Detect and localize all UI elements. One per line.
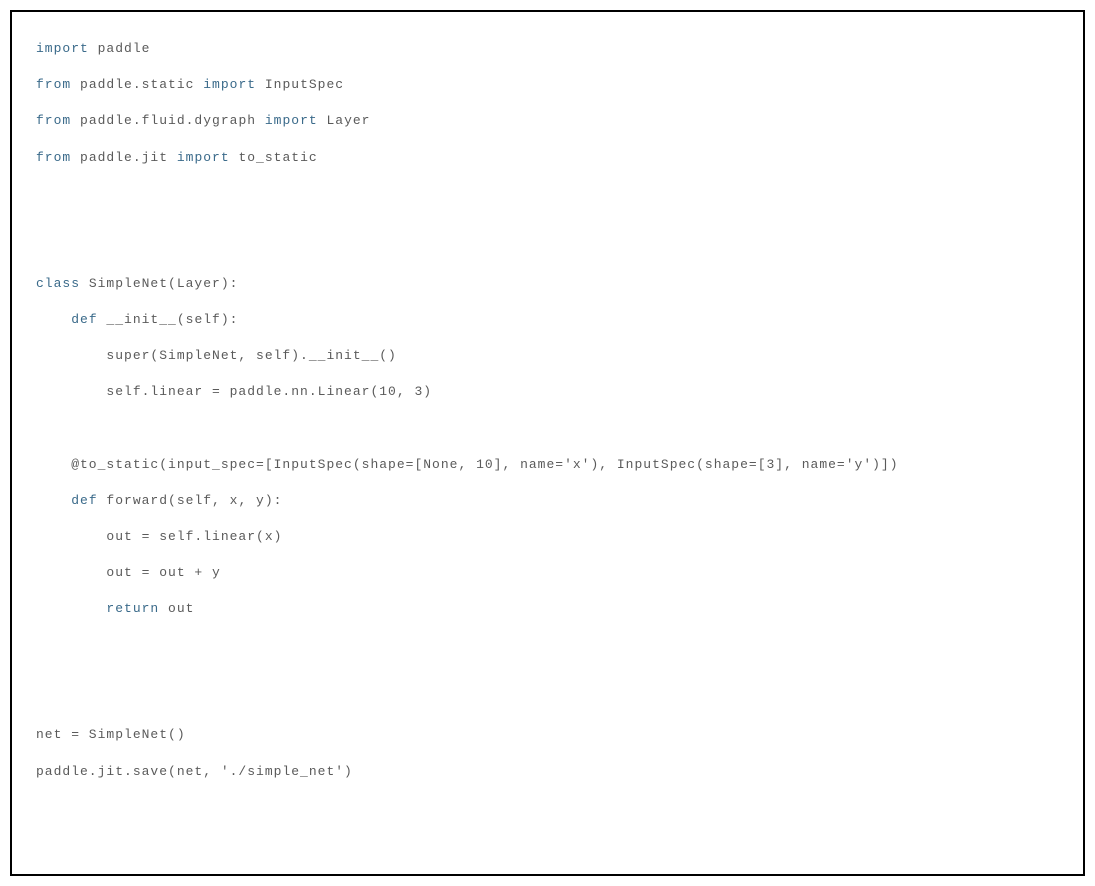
blank-line xyxy=(36,293,1059,311)
code-text: SimpleNet(Layer): xyxy=(80,276,238,291)
code-text: self.linear = paddle.nn.Linear(10, 3) xyxy=(36,384,432,399)
blank-line xyxy=(36,167,1059,185)
code-text: out = out + y xyxy=(36,565,221,580)
code-line: import paddle xyxy=(36,40,1059,58)
code-text: InputSpec xyxy=(256,77,344,92)
blank-line xyxy=(36,402,1059,420)
blank-line xyxy=(36,203,1059,221)
blank-line xyxy=(36,582,1059,600)
code-keyword: import xyxy=(203,77,256,92)
code-text: __init__(self): xyxy=(98,312,239,327)
code-line: from paddle.jit import to_static xyxy=(36,149,1059,167)
code-line: super(SimpleNet, self).__init__() xyxy=(36,347,1059,365)
blank-line xyxy=(36,365,1059,383)
blank-line xyxy=(36,329,1059,347)
code-content: import paddle from paddle.static import I… xyxy=(36,40,1059,781)
code-text: paddle xyxy=(89,41,151,56)
blank-line xyxy=(36,94,1059,112)
code-text: paddle.jit xyxy=(71,150,177,165)
code-line: out = out + y xyxy=(36,564,1059,582)
blank-line xyxy=(36,438,1059,456)
code-keyword: class xyxy=(36,276,80,291)
code-keyword: def xyxy=(71,312,97,327)
code-line: net = SimpleNet() xyxy=(36,726,1059,744)
code-text: paddle.jit.save(net, './simple_net') xyxy=(36,764,353,779)
blank-line xyxy=(36,420,1059,438)
code-line: from paddle.fluid.dygraph import Layer xyxy=(36,112,1059,130)
blank-line xyxy=(36,654,1059,672)
blank-line xyxy=(36,239,1059,257)
blank-line xyxy=(36,618,1059,636)
code-keyword: from xyxy=(36,113,71,128)
blank-line xyxy=(36,745,1059,763)
blank-line xyxy=(36,690,1059,708)
code-text: out xyxy=(159,601,194,616)
blank-line xyxy=(36,257,1059,275)
code-keyword: from xyxy=(36,150,71,165)
blank-line xyxy=(36,131,1059,149)
blank-line xyxy=(36,546,1059,564)
code-line: out = self.linear(x) xyxy=(36,528,1059,546)
code-keyword: import xyxy=(36,41,89,56)
code-text: paddle.static xyxy=(71,77,203,92)
code-line: @to_static(input_spec=[InputSpec(shape=[… xyxy=(36,456,1059,474)
code-text xyxy=(36,312,71,327)
code-keyword: import xyxy=(265,113,318,128)
code-line: class SimpleNet(Layer): xyxy=(36,275,1059,293)
code-text: @to_static(input_spec=[InputSpec(shape=[… xyxy=(36,457,899,472)
code-text: super(SimpleNet, self).__init__() xyxy=(36,348,397,363)
code-keyword: def xyxy=(71,493,97,508)
code-keyword: return xyxy=(106,601,159,616)
code-line: def forward(self, x, y): xyxy=(36,492,1059,510)
code-keyword: import xyxy=(177,150,230,165)
code-keyword: from xyxy=(36,77,71,92)
code-text: forward(self, x, y): xyxy=(98,493,283,508)
code-text xyxy=(36,493,71,508)
code-block: import paddle from paddle.static import I… xyxy=(10,10,1085,876)
code-line: from paddle.static import InputSpec xyxy=(36,76,1059,94)
blank-line xyxy=(36,510,1059,528)
code-text: Layer xyxy=(318,113,371,128)
code-text: out = self.linear(x) xyxy=(36,529,282,544)
blank-line xyxy=(36,708,1059,726)
code-line: paddle.jit.save(net, './simple_net') xyxy=(36,763,1059,781)
code-text: net = SimpleNet() xyxy=(36,727,186,742)
blank-line xyxy=(36,185,1059,203)
blank-line xyxy=(36,636,1059,654)
blank-line xyxy=(36,58,1059,76)
code-text xyxy=(36,601,106,616)
code-text: to_static xyxy=(230,150,318,165)
code-line: return out xyxy=(36,600,1059,618)
code-line: self.linear = paddle.nn.Linear(10, 3) xyxy=(36,383,1059,401)
blank-line xyxy=(36,221,1059,239)
code-text: paddle.fluid.dygraph xyxy=(71,113,265,128)
code-line: def __init__(self): xyxy=(36,311,1059,329)
blank-line xyxy=(36,672,1059,690)
blank-line xyxy=(36,474,1059,492)
